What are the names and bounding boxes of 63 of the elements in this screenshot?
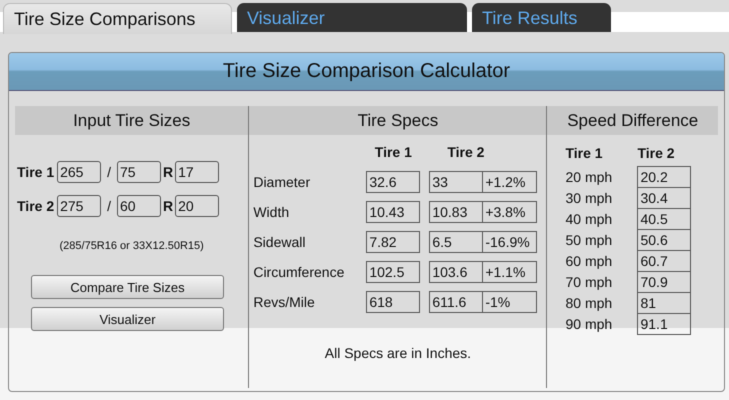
tab[interactable]: Tire Size Comparisons — [3, 3, 232, 34]
spec-label: Revs/Mile — [253, 293, 316, 312]
spec-label: Diameter — [253, 173, 312, 192]
input-field[interactable]: 60 — [117, 195, 161, 217]
column-header: Tire 2 — [637, 144, 676, 163]
speed-label: 90 mph — [565, 315, 614, 334]
result-field: 60.7 — [637, 250, 692, 272]
separator-text: / — [107, 198, 111, 214]
rim-label: R — [163, 164, 174, 180]
result-field: -16.9% — [483, 231, 538, 253]
tab[interactable]: Visualizer — [237, 3, 467, 32]
calculator-title: Tire Size Comparison Calculator — [9, 53, 724, 91]
input-field[interactable]: 275 — [57, 195, 102, 217]
speed-label: 60 mph — [565, 252, 614, 271]
result-field: 103.6 — [429, 261, 484, 283]
section-heading: Tire Specs — [249, 106, 546, 135]
result-field: 70.9 — [637, 271, 692, 293]
result-field: -1% — [483, 291, 538, 313]
result-field: 6.5 — [429, 231, 484, 253]
result-field: 10.43 — [366, 201, 420, 223]
result-field: 33 — [429, 171, 484, 193]
section-heading: Speed Difference — [547, 106, 718, 135]
result-field: 10.83 — [429, 201, 484, 223]
input-field[interactable]: 75 — [117, 161, 161, 183]
input-field[interactable]: 265 — [57, 161, 102, 183]
spec-label: Circumference — [253, 263, 346, 282]
speed-label: 80 mph — [565, 294, 614, 313]
column-header: Tire 1 — [565, 144, 604, 163]
column-header: Tire 2 — [446, 143, 486, 162]
speed-label: 40 mph — [565, 210, 614, 229]
result-field: 32.6 — [366, 171, 420, 193]
result-field: 618 — [366, 291, 420, 313]
visualizer-button[interactable]: Visualizer — [31, 307, 224, 331]
compare-button[interactable]: Compare Tire Sizes — [31, 275, 224, 299]
input-field[interactable]: 17 — [175, 161, 220, 183]
tab[interactable]: Tire Results — [472, 3, 611, 32]
result-field: +3.8% — [483, 201, 538, 223]
result-field: 91.1 — [637, 313, 692, 335]
input-field[interactable]: 20 — [175, 195, 220, 217]
spec-label: Width — [253, 203, 290, 222]
result-field: +1.2% — [483, 171, 538, 193]
speed-label: 70 mph — [565, 273, 614, 292]
separator-text: / — [107, 164, 111, 180]
tire-label: Tire 2 — [17, 198, 54, 214]
tire-label: Tire 1 — [17, 164, 54, 180]
rim-label: R — [163, 198, 174, 214]
section-heading: Input Tire Sizes — [15, 106, 248, 135]
spec-label: Sidewall — [253, 233, 306, 252]
speed-label: 30 mph — [565, 189, 614, 208]
result-field: 30.4 — [637, 187, 692, 209]
result-field: 81 — [637, 292, 692, 314]
result-field: 7.82 — [366, 231, 420, 253]
speed-label: 20 mph — [565, 168, 614, 187]
units-note: All Specs are in Inches. — [324, 345, 472, 361]
result-field: 50.6 — [637, 229, 692, 251]
column-header: Tire 1 — [374, 143, 413, 162]
result-field: 20.2 — [637, 166, 692, 188]
result-field: 40.5 — [637, 208, 692, 230]
result-field: +1.1% — [483, 261, 538, 283]
result-field: 611.6 — [429, 291, 484, 313]
result-field: 102.5 — [366, 261, 420, 283]
size-hint: (285/75R16 or 33X12.50R15) — [58, 240, 205, 252]
speed-label: 50 mph — [565, 231, 614, 250]
